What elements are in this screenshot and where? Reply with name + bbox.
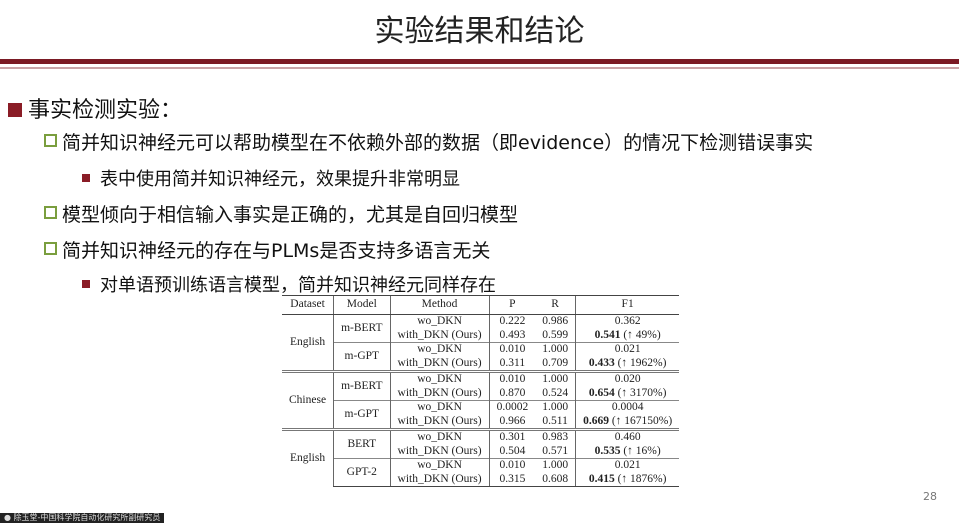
method-cell: wo_DKN with_DKN (Ours)	[389, 370, 490, 401]
p-cell: 0.010 0.870	[488, 370, 536, 401]
hollow-square-bullet-icon	[44, 134, 57, 147]
table-row: GPT-2 wo_DKN with_DKN (Ours) 0.010 0.315 1…	[282, 458, 680, 487]
f1-cell: 0.362 0.541 (↑ 49%)	[575, 314, 680, 343]
bullet-main: 事实检测实验：	[8, 92, 182, 124]
slide-title: 实验结果和结论	[374, 14, 585, 49]
p-cell: 0.010 0.311	[488, 342, 536, 372]
header-method: Method	[389, 295, 490, 315]
r-cell: 1.000 0.608	[535, 458, 576, 487]
r-cell: 1.000 0.524	[535, 370, 576, 401]
bullet-1-sub-text: 表中使用简并知识神经元，效果提升非常明显	[100, 169, 460, 190]
table-row: m-GPT wo_DKN with_DKN (Ours) 0.010 0.311 1…	[282, 342, 680, 372]
title-divider	[0, 59, 959, 64]
model-cell: GPT-2	[333, 458, 391, 487]
speaker-tag: ● 除玉堂-中国科学院自动化研究所副研究员	[0, 513, 165, 523]
page-number: 28	[923, 490, 937, 503]
dataset-cell: English	[289, 335, 326, 348]
header-f1: F1	[575, 295, 680, 315]
results-table: Dataset Model Method P R F1 English m-BE…	[282, 295, 680, 487]
hollow-square-bullet-icon	[44, 206, 57, 219]
table-row: English m-BERT wo_DKN with_DKN (Ours) 0.2…	[282, 314, 680, 348]
model-cell: m-BERT	[333, 370, 391, 401]
p-cell: 0.010 0.315	[488, 458, 536, 487]
square-bullet-icon	[8, 103, 22, 117]
f1-cell: 0.460 0.535 (↑ 16%)	[575, 428, 680, 459]
r-cell: 0.983 0.571	[535, 428, 576, 459]
bullet-3-sub: 对单语预训练语言模型，简并知识神经元同样存在	[82, 271, 496, 297]
bullet-3-sub-text: 对单语预训练语言模型，简并知识神经元同样存在	[100, 275, 496, 296]
model-cell: m-GPT	[333, 400, 391, 430]
f1-cell: 0.021 0.433 (↑ 1962%)	[575, 342, 680, 372]
f1-cell: 0.021 0.415 (↑ 1876%)	[575, 458, 680, 487]
method-cell: wo_DKN with_DKN (Ours)	[389, 314, 490, 343]
bullet-2: 模型倾向于相信输入事实是正确的，尤其是自回归模型	[44, 200, 518, 227]
r-cell: 0.986 0.599	[542, 315, 569, 341]
table-row: Chinese m-BERT wo_DKN with_DKN (Ours) 0.0…	[282, 370, 680, 430]
method-cell: wo_DKN with_DKN (Ours)	[389, 342, 490, 372]
hollow-square-bullet-icon	[44, 242, 57, 255]
bullet-2-text: 模型倾向于相信输入事实是正确的，尤其是自回归模型	[62, 204, 519, 226]
dataset-cell: English	[282, 428, 334, 487]
table-row: English BERT wo_DKN with_DKN (Ours) 0.301…	[282, 428, 680, 487]
small-square-bullet-icon	[82, 280, 90, 288]
r-cell: 1.000 0.511	[535, 400, 576, 430]
method-cell: wo_DKN with_DKN (Ours)	[389, 400, 490, 430]
title-divider-thin	[0, 67, 959, 69]
r-cell: 1.000 0.709	[535, 342, 576, 372]
p-cell: 0.0002 0.966	[488, 400, 536, 430]
p-cell: 0.222 0.493	[488, 314, 536, 343]
f1-cell: 0.020 0.654 (↑ 3170%)	[575, 370, 680, 401]
bullet-1-text: 简并知识神经元可以帮助模型在不依赖外部的数据（即evidence）的情况下检测错…	[62, 132, 814, 154]
p-cell: 0.301 0.504	[488, 428, 536, 459]
bullet-3: 简并知识神经元的存在与PLMs是否支持多语言无关	[44, 236, 490, 263]
model-cell: BERT	[333, 428, 391, 459]
header-p: P	[488, 295, 536, 315]
bullet-1-sub: 表中使用简并知识神经元，效果提升非常明显	[82, 165, 460, 191]
model-cell: m-GPT	[333, 342, 391, 372]
header-dataset: Dataset	[282, 295, 334, 315]
header-model: Model	[333, 295, 391, 315]
model-cell: m-BERT	[333, 314, 391, 343]
table-header-row: Dataset Model Method P R F1	[282, 295, 680, 315]
bullet-3-text: 简并知识神经元的存在与PLMs是否支持多语言无关	[62, 240, 491, 262]
bullet-1: 简并知识神经元可以帮助模型在不依赖外部的数据（即evidence）的情况下检测错…	[44, 128, 813, 155]
f1-cell: 0.0004 0.669 (↑ 167150%)	[575, 400, 680, 430]
method-cell: wo_DKN with_DKN (Ours)	[389, 428, 490, 459]
dataset-cell: Chinese	[282, 370, 334, 430]
bullet-main-text: 事实检测实验：	[28, 98, 183, 123]
small-square-bullet-icon	[82, 174, 90, 182]
table-row: m-GPT wo_DKN with_DKN (Ours) 0.0002 0.966 …	[282, 400, 680, 430]
header-r: R	[535, 295, 576, 315]
method-cell: wo_DKN with_DKN (Ours)	[389, 458, 490, 487]
